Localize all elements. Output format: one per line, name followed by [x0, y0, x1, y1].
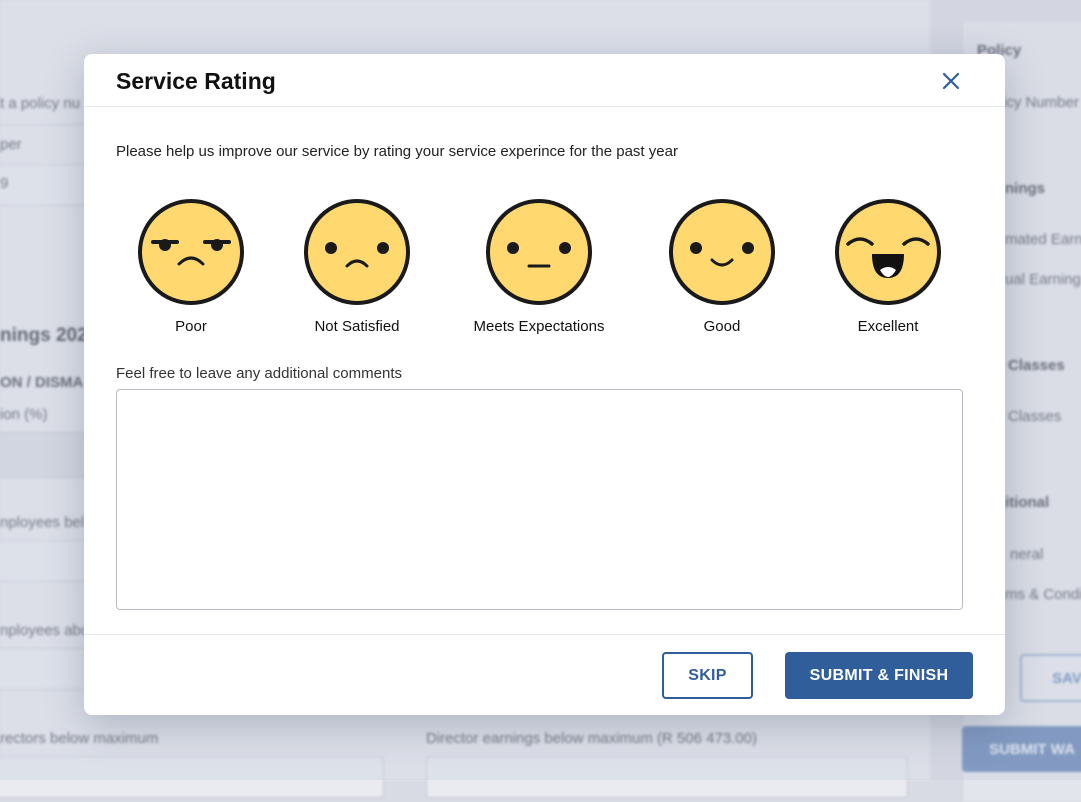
service-rating-modal: Service Rating Please help us improve ou…: [84, 54, 1005, 715]
rating-label: Poor: [175, 318, 207, 335]
good-face-icon: [669, 199, 775, 305]
submit-finish-button[interactable]: SUBMIT & FINISH: [785, 652, 973, 699]
comments-label: Feel free to leave any additional commen…: [116, 365, 402, 382]
rating-label: Good: [703, 318, 741, 335]
excellent-face-icon: [835, 199, 941, 305]
comments-textarea[interactable]: [116, 389, 963, 610]
rating-label: Not Satisfied: [314, 318, 400, 335]
rating-option-excellent[interactable]: Excellent: [808, 198, 968, 335]
poor-face-icon: [138, 199, 244, 305]
not-satisfied-face-icon: [304, 199, 410, 305]
footer-divider: [84, 634, 1005, 635]
rating-option-good[interactable]: Good: [642, 198, 802, 335]
rating-label: Excellent: [857, 318, 919, 335]
skip-button[interactable]: SKIP: [662, 652, 753, 699]
rating-option-meets-expectations[interactable]: Meets Expectations: [459, 198, 619, 335]
meets-expectations-face-icon: [486, 199, 592, 305]
modal-header: Service Rating: [84, 54, 1005, 107]
rating-option-poor[interactable]: Poor: [111, 198, 271, 335]
intro-text: Please help us improve our service by ra…: [116, 143, 678, 160]
rating-label: Meets Expectations: [473, 318, 605, 335]
rating-option-not-satisfied[interactable]: Not Satisfied: [277, 198, 437, 335]
modal-title: Service Rating: [116, 68, 276, 94]
close-icon[interactable]: [940, 70, 962, 92]
